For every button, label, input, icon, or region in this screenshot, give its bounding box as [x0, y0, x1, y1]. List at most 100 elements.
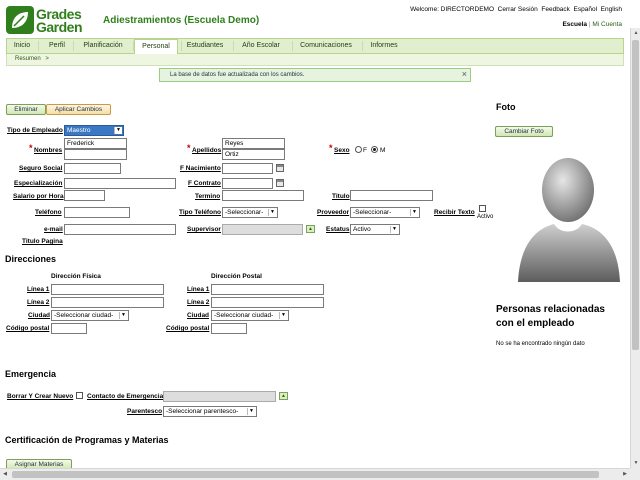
chevron-down-icon: ▼: [279, 312, 287, 319]
required-marker: *: [29, 143, 33, 153]
apellidos-field-1[interactable]: Reyes: [222, 138, 285, 149]
fisica-linea2-field[interactable]: [51, 297, 164, 308]
avatar: [508, 142, 628, 287]
contacto-emergencia-label: Contacto de Emergencia: [87, 393, 164, 400]
notice-text: La base de datos fue actualizada con los…: [170, 72, 305, 78]
school-link[interactable]: Escuela: [562, 21, 587, 28]
apply-changes-button[interactable]: Aplicar Cambios: [46, 104, 111, 115]
especializacion-field[interactable]: [64, 178, 176, 189]
my-account-link[interactable]: Mi Cuenta: [592, 21, 622, 28]
delete-button[interactable]: Eliminar: [6, 104, 46, 115]
proveedor-select[interactable]: -Seleccionar- ▼: [350, 207, 420, 218]
proveedor-value: -Seleccionar-: [353, 209, 392, 216]
emergencia-heading: Emergencia: [5, 369, 57, 379]
add-icon[interactable]: ▲: [279, 392, 288, 400]
postal-linea1-field[interactable]: [211, 284, 324, 295]
close-icon[interactable]: ×: [462, 69, 467, 79]
required-marker: *: [329, 143, 333, 153]
fisica-ciudad-select[interactable]: -Seleccionar ciudad- ▼: [51, 310, 129, 321]
chevron-down-icon: ▼: [247, 408, 255, 415]
tab-planificacion[interactable]: Planificación: [76, 39, 130, 53]
fisica-linea1-field[interactable]: [51, 284, 164, 295]
postal-ciudad-label: Ciudad: [187, 312, 210, 319]
tab-inicio[interactable]: Inicio: [8, 39, 36, 53]
seguro-social-field[interactable]: [64, 163, 121, 174]
scroll-down-arrow[interactable]: ▼: [632, 458, 640, 468]
link-separator: |: [588, 21, 591, 28]
postal-linea1-label: Línea 1: [187, 286, 210, 293]
tab-separator: [292, 41, 293, 51]
sexo-m-label: M: [380, 147, 386, 154]
breadcrumb-resumen[interactable]: Resumen: [15, 56, 41, 62]
scroll-up-arrow[interactable]: ▲: [632, 28, 640, 38]
breadcrumb-arrow: >: [45, 56, 49, 62]
borrar-crear-checkbox[interactable]: [76, 392, 83, 399]
apellidos-label: Apellidos: [192, 147, 222, 154]
logout-link[interactable]: Cerrar Sesión: [498, 6, 538, 13]
contacto-emergencia-field: [163, 391, 276, 402]
postal-ciudad-select[interactable]: -Seleccionar ciudad- ▼: [211, 310, 289, 321]
tab-estudiantes[interactable]: Estudiantes: [182, 39, 228, 53]
horizontal-scroll-thumb[interactable]: [12, 471, 599, 478]
termino-field[interactable]: [222, 190, 304, 201]
logo-text-2: Garden: [36, 19, 83, 35]
nombres-label: Nombres: [34, 147, 63, 154]
telefono-label: Teléfono: [35, 209, 62, 216]
telefono-field[interactable]: [64, 207, 130, 218]
fisica-linea2-label: Línea 2: [27, 299, 50, 306]
nacimiento-field[interactable]: [222, 163, 273, 174]
tipo-empleado-select[interactable]: Maestro ▼: [64, 125, 124, 136]
fisica-codigo-field[interactable]: [51, 323, 87, 334]
top-links: Welcome: DIRECTORDEMO Cerrar Sesión Feed…: [410, 6, 622, 13]
fisica-ciudad-label: Ciudad: [28, 312, 51, 319]
nombres-field-2[interactable]: [64, 149, 127, 160]
calendar-icon[interactable]: [276, 179, 284, 187]
contrato-label: F Contrato: [188, 180, 221, 187]
scroll-right-arrow[interactable]: ▶: [620, 469, 630, 480]
supervisor-label: Supervisor: [187, 226, 221, 233]
add-icon[interactable]: ▲: [306, 225, 315, 233]
contrato-field[interactable]: [222, 178, 273, 189]
tipo-telefono-label: Tipo Teléfono: [179, 209, 222, 216]
postal-codigo-field[interactable]: [211, 323, 247, 334]
postal-linea2-field[interactable]: [211, 297, 324, 308]
vertical-scroll-thumb[interactable]: [632, 40, 639, 350]
spanish-link[interactable]: Español: [574, 6, 598, 13]
english-link[interactable]: English: [601, 6, 622, 13]
tab-perfil[interactable]: Perfil: [42, 39, 72, 53]
tipo-telefono-value: -Seleccionar-: [225, 209, 264, 216]
fisica-codigo-label: Código postal: [6, 325, 50, 332]
feedback-link[interactable]: Feedback: [541, 6, 570, 13]
titulo-label: Titulo: [332, 193, 350, 200]
horizontal-scrollbar[interactable]: ◀ ▶: [0, 468, 630, 480]
calendar-icon[interactable]: [276, 164, 284, 172]
titulo-field[interactable]: [350, 190, 433, 201]
sexo-m-radio[interactable]: [371, 146, 378, 153]
recibir-texto-label: Recibir Texto: [434, 209, 475, 216]
tipo-telefono-select[interactable]: -Seleccionar- ▼: [222, 207, 278, 218]
logo[interactable]: Grades Garden: [6, 6, 94, 36]
recibir-texto-checkbox[interactable]: [479, 205, 486, 212]
salario-field[interactable]: [64, 190, 105, 201]
tab-comunicaciones[interactable]: Comunicaciones: [294, 39, 358, 53]
tab-ano-escolar[interactable]: Año Escolar: [236, 39, 286, 53]
related-heading-2: con el empleado: [496, 318, 575, 329]
supervisor-field: [222, 224, 303, 235]
change-photo-button[interactable]: Cambiar Foto: [495, 126, 553, 137]
nombres-field-1[interactable]: Frederick: [64, 138, 127, 149]
apellidos-field-2[interactable]: Ortiz: [222, 149, 285, 160]
page-title: Adiestramientos (Escuela Demo): [103, 15, 260, 26]
email-field[interactable]: [64, 224, 176, 235]
tab-informes[interactable]: Informes: [366, 39, 402, 53]
vertical-scrollbar[interactable]: ▲ ▼: [630, 28, 640, 468]
parentesco-value: -Seleccionar parentesco-: [166, 408, 239, 415]
proveedor-label: Proveedor: [317, 209, 350, 216]
scroll-corner: [630, 468, 640, 480]
scroll-left-arrow[interactable]: ◀: [0, 469, 10, 480]
estatus-select[interactable]: Activo ▼: [350, 224, 400, 235]
sexo-f-radio[interactable]: [355, 146, 362, 153]
parentesco-select[interactable]: -Seleccionar parentesco- ▼: [163, 406, 257, 417]
activo-text: Activo: [477, 214, 494, 220]
related-empty-text: No se ha encontrado ningún dato: [496, 341, 585, 347]
tab-personal[interactable]: Personal: [134, 39, 178, 55]
